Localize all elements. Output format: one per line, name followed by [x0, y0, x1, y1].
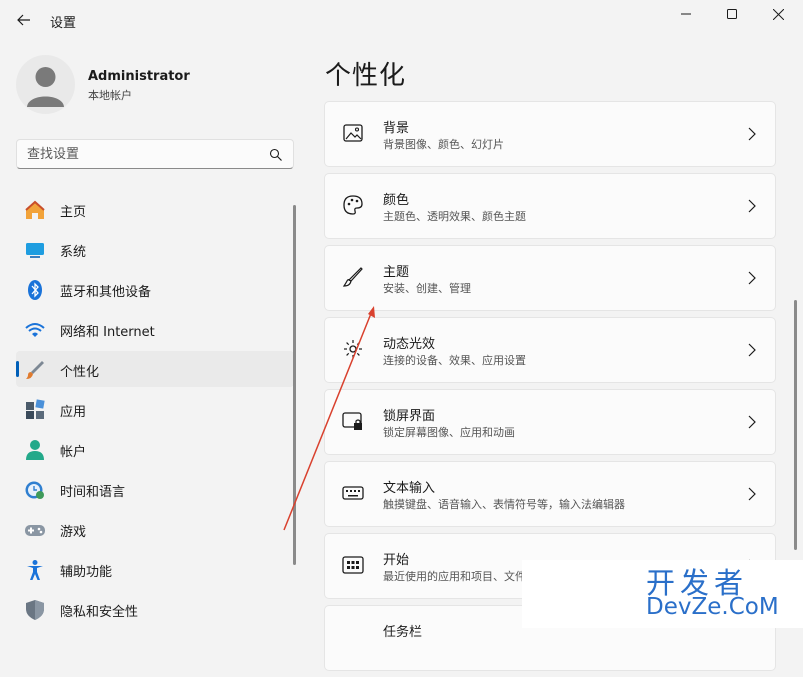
- sidebar-scrollbar[interactable]: [293, 205, 296, 565]
- user-profile[interactable]: Administrator 本地帐户: [16, 55, 296, 115]
- bluetooth-icon: [28, 280, 42, 300]
- sidebar-item-accessibility[interactable]: 辅助功能: [16, 551, 294, 587]
- sidebar-item-accounts[interactable]: 帐户: [16, 431, 294, 467]
- start-icon: [342, 556, 364, 574]
- chevron-right-icon: [748, 271, 756, 285]
- card-title: 文本输入: [383, 481, 436, 496]
- sidebar-item-label: 游戏: [60, 525, 87, 540]
- card-description: 锁定屏幕图像、应用和动画: [383, 426, 515, 439]
- card-title: 开始: [383, 553, 410, 568]
- keyboard-icon: [342, 486, 364, 500]
- card-description: 安装、创建、管理: [383, 282, 471, 295]
- chevron-right-icon: [748, 487, 756, 501]
- sidebar-item-label: 个性化: [60, 365, 100, 380]
- minimize-icon: [681, 13, 691, 15]
- card-title: 主题: [383, 265, 410, 280]
- card-title: 任务栏: [383, 625, 423, 640]
- card-themes[interactable]: 主题 安装、创建、管理: [324, 245, 776, 311]
- sidebar-item-label: 网络和 Internet: [60, 325, 155, 340]
- sidebar-item-apps[interactable]: 应用: [16, 391, 294, 427]
- card-title: 锁屏界面: [383, 409, 436, 424]
- sidebar-item-time-language[interactable]: 时间和语言: [16, 471, 294, 507]
- sidebar-item-label: 系统: [60, 245, 87, 260]
- sidebar-item-system[interactable]: 系统: [16, 231, 294, 267]
- watermark: 开发者 DevZe.CoM: [522, 560, 803, 628]
- sidebar-item-label: 时间和语言: [60, 485, 126, 500]
- card-title: 背景: [383, 121, 410, 136]
- close-button[interactable]: [755, 0, 801, 28]
- gamepad-icon: [25, 525, 45, 536]
- watermark-text-bottom: DevZe.CoM: [646, 594, 779, 620]
- palette-icon: [343, 195, 363, 215]
- card-title: 颜色: [383, 193, 410, 208]
- search-icon[interactable]: [269, 148, 283, 162]
- sidebar-item-bluetooth[interactable]: 蓝牙和其他设备: [16, 271, 294, 307]
- lock-screen-icon: [342, 412, 362, 430]
- back-button[interactable]: [10, 7, 38, 33]
- dynamic-lighting-icon: [344, 340, 362, 358]
- card-dynamic-lighting[interactable]: 动态光效 连接的设备、效果、应用设置: [324, 317, 776, 383]
- chevron-right-icon: [748, 127, 756, 141]
- wifi-icon: [25, 323, 45, 337]
- brush-icon: [342, 267, 363, 287]
- sidebar-item-privacy[interactable]: 隐私和安全性: [16, 591, 294, 627]
- sidebar-item-label: 隐私和安全性: [60, 605, 139, 620]
- shield-icon: [26, 600, 44, 620]
- home-icon: [25, 200, 45, 219]
- user-name: Administrator: [88, 69, 190, 84]
- sidebar-item-label: 帐户: [60, 445, 87, 460]
- card-background[interactable]: 背景 背景图像、颜色、幻灯片: [324, 101, 776, 167]
- card-description: 连接的设备、效果、应用设置: [383, 354, 526, 367]
- sidebar-item-network[interactable]: 网络和 Internet: [16, 311, 294, 347]
- sidebar-item-label: 主页: [60, 205, 87, 220]
- apps-icon: [26, 399, 45, 419]
- maximize-button[interactable]: [709, 0, 755, 28]
- card-description: 最近使用的应用和项目、文件: [383, 570, 526, 583]
- time-language-icon: [25, 481, 44, 499]
- window-title: 设置: [50, 16, 77, 31]
- card-lock-screen[interactable]: 锁屏界面 锁定屏幕图像、应用和动画: [324, 389, 776, 455]
- card-description: 主题色、透明效果、颜色主题: [383, 210, 526, 223]
- sidebar-item-personalization[interactable]: 个性化: [16, 351, 294, 387]
- image-icon: [343, 124, 363, 142]
- minimize-button[interactable]: [663, 0, 709, 28]
- sidebar-item-label: 辅助功能: [60, 565, 113, 580]
- page-title: 个性化: [325, 61, 407, 91]
- brush-icon: [26, 361, 44, 379]
- sidebar-item-label: 蓝牙和其他设备: [60, 285, 152, 300]
- sidebar-nav: 主页 系统 蓝牙和其他设备 网络和 Internet 个性化 应用 帐户 时间和…: [16, 191, 294, 631]
- user-icon: [27, 67, 64, 107]
- avatar: [16, 55, 75, 114]
- selection-indicator: [16, 361, 19, 377]
- title-bar: 设置: [0, 0, 803, 40]
- sidebar-item-label: 应用: [60, 405, 87, 420]
- close-icon: [772, 8, 784, 20]
- card-text-input[interactable]: 文本输入 触摸键盘、语音输入、表情符号等，输入法编辑器: [324, 461, 776, 527]
- sidebar-item-gaming[interactable]: 游戏: [16, 511, 294, 547]
- card-description: 背景图像、颜色、幻灯片: [383, 138, 504, 151]
- maximize-icon: [727, 9, 737, 19]
- card-description: 触摸键盘、语音输入、表情符号等，输入法编辑器: [383, 498, 625, 511]
- system-icon: [26, 243, 44, 258]
- sidebar-item-home[interactable]: 主页: [16, 191, 294, 227]
- content-scrollbar[interactable]: [794, 300, 797, 550]
- search-box[interactable]: [16, 139, 294, 169]
- card-colors[interactable]: 颜色 主题色、透明效果、颜色主题: [324, 173, 776, 239]
- chevron-right-icon: [748, 199, 756, 213]
- chevron-right-icon: [748, 415, 756, 429]
- account-type: 本地帐户: [88, 89, 132, 102]
- arrow-left-icon: [17, 14, 30, 26]
- accessibility-icon: [27, 560, 43, 580]
- card-title: 动态光效: [383, 337, 436, 352]
- chevron-right-icon: [748, 343, 756, 357]
- account-icon: [26, 440, 44, 460]
- search-input[interactable]: [27, 145, 257, 163]
